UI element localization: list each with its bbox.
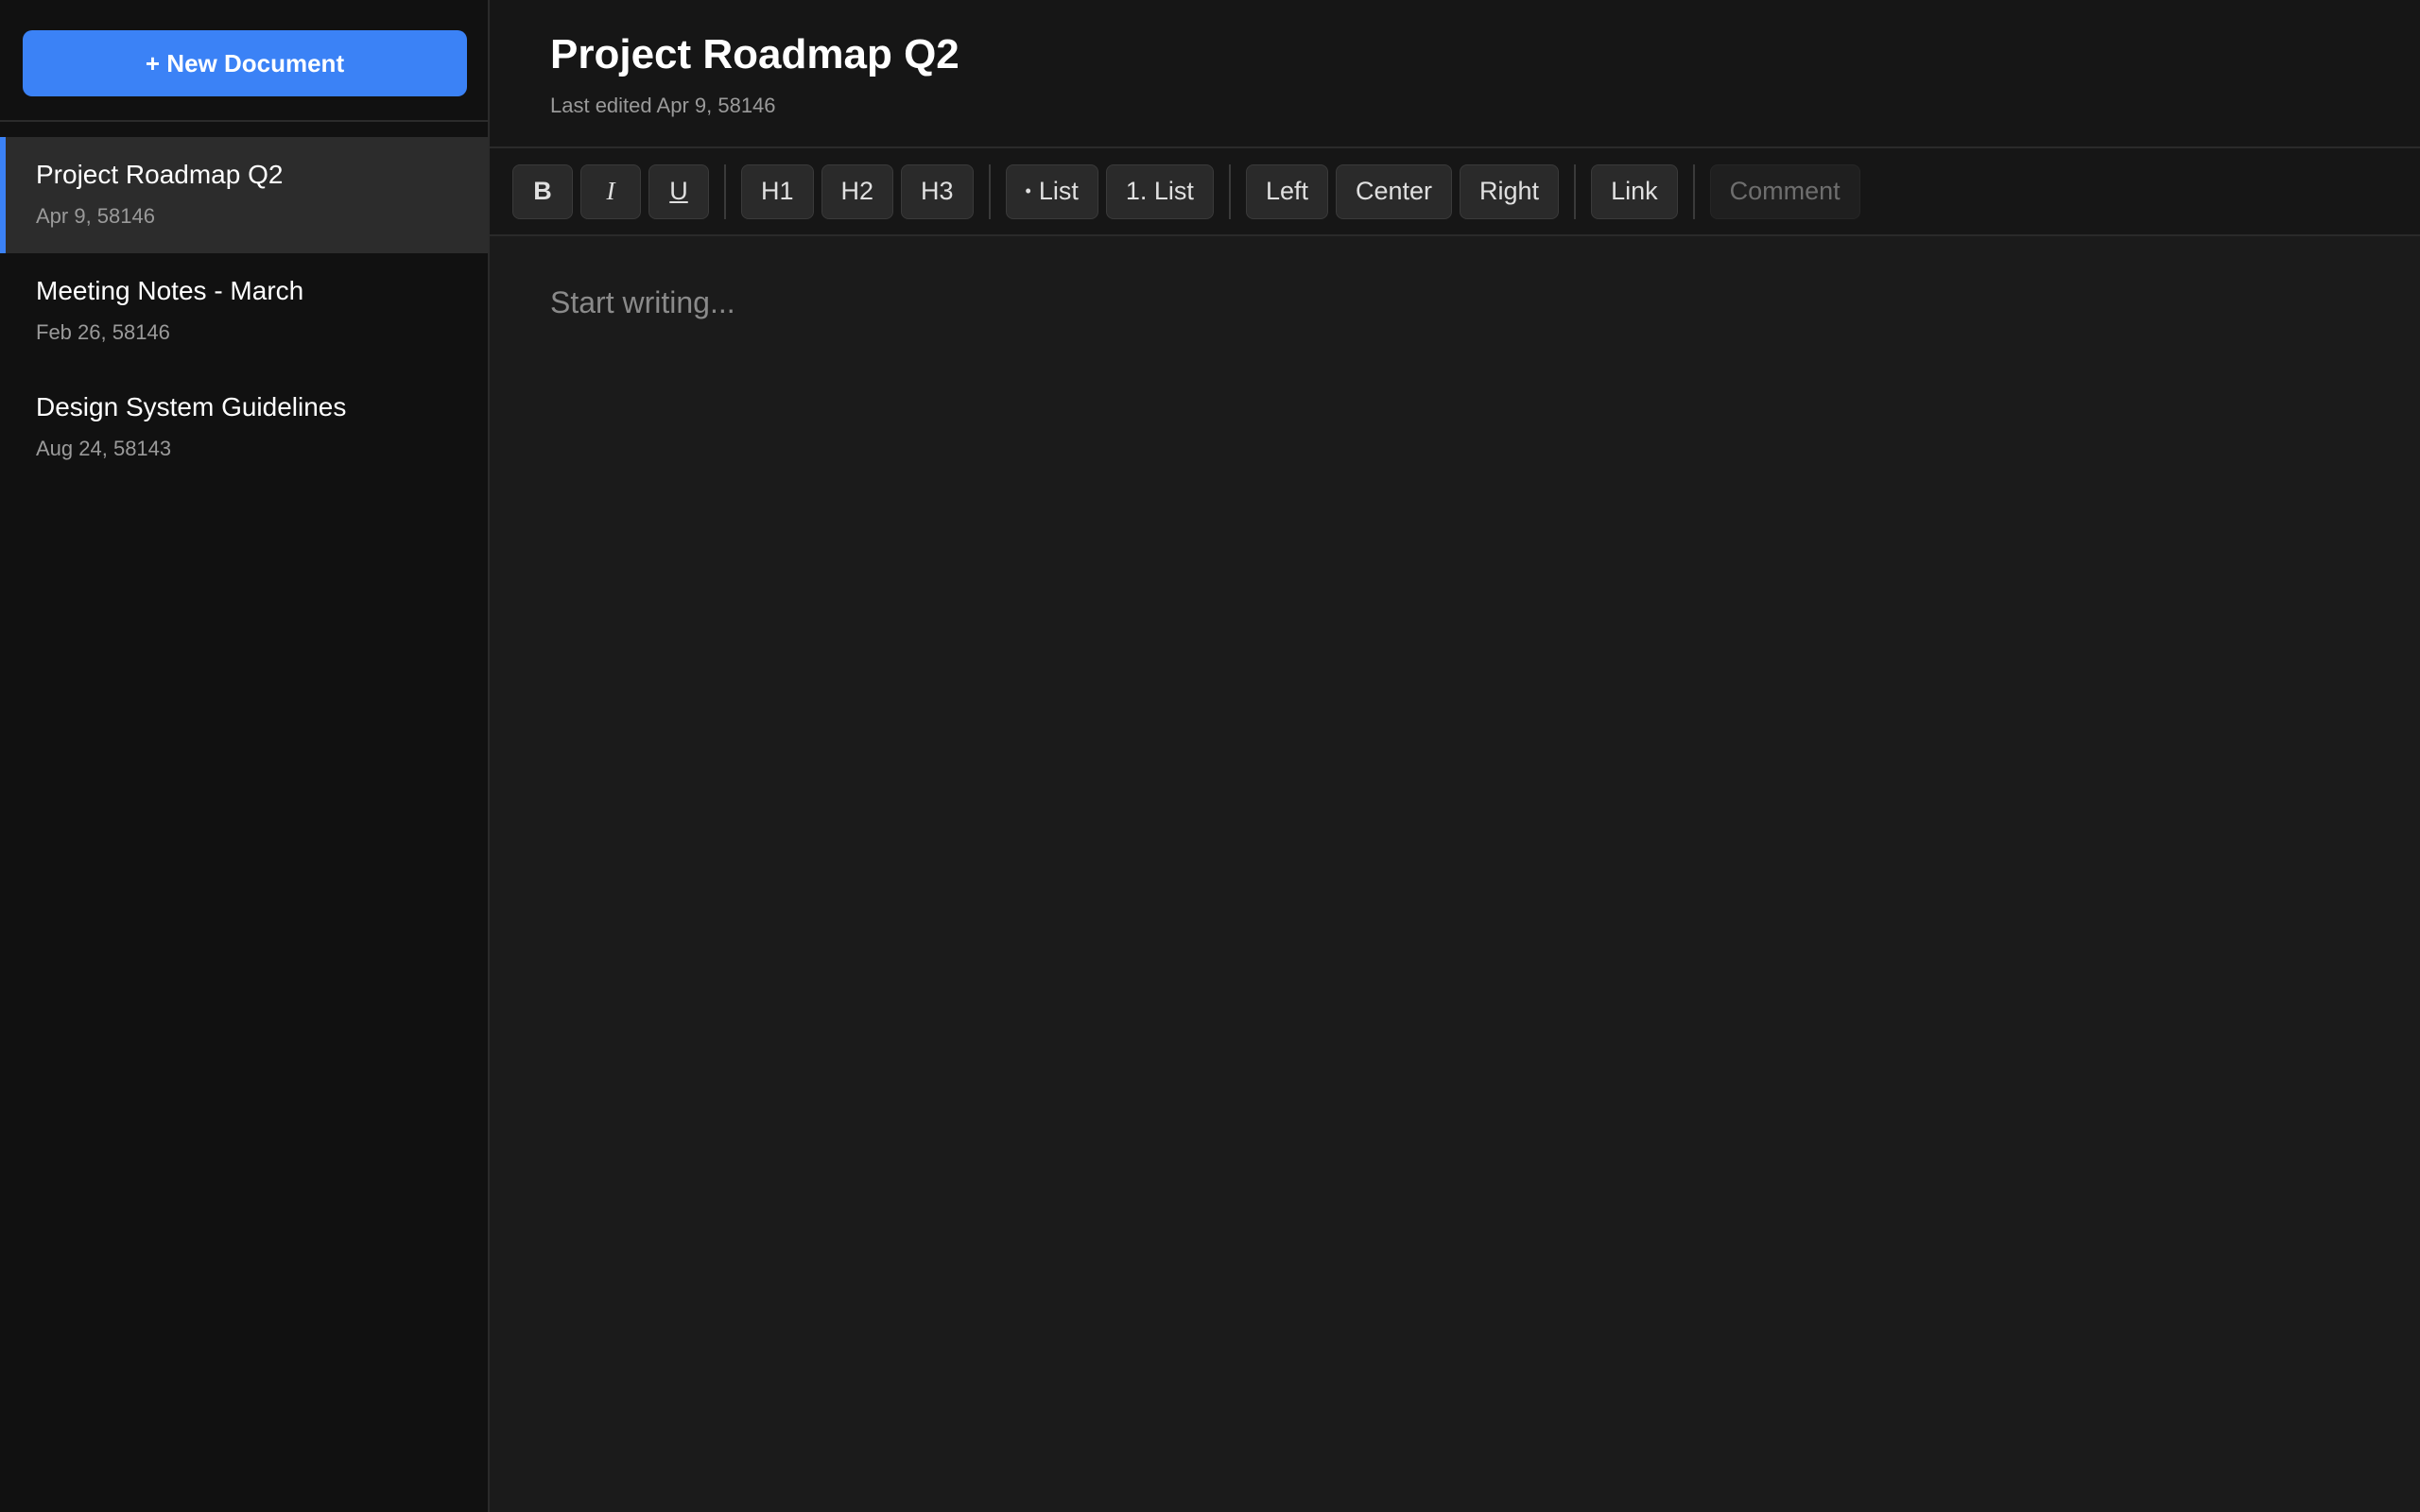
document-list: Project Roadmap Q2 Apr 9, 58146 Meeting … xyxy=(0,122,488,486)
main-panel: Project Roadmap Q2 Last edited Apr 9, 58… xyxy=(490,0,2420,1512)
toolbar-divider xyxy=(724,163,726,219)
italic-button[interactable]: I xyxy=(580,163,641,219)
formatting-toolbar: B I U H1 H2 H3 • List 1. List Left Cente… xyxy=(490,148,2420,236)
document-title: Design System Guidelines xyxy=(36,392,347,421)
sidebar: + New Document Project Roadmap Q2 Apr 9,… xyxy=(0,0,490,1512)
numbered-list-button[interactable]: 1. List xyxy=(1105,163,1214,219)
editor-area[interactable]: Start writing... xyxy=(490,236,2420,1512)
toolbar-divider xyxy=(988,163,991,219)
toolbar-divider xyxy=(1574,163,1577,219)
app-window: + New Document Project Roadmap Q2 Apr 9,… xyxy=(0,0,2420,1512)
bold-button[interactable]: B xyxy=(512,163,573,219)
underline-button[interactable]: U xyxy=(648,163,709,219)
last-edited-label: Last edited Apr 9, 58146 xyxy=(550,94,776,117)
document-item-meeting-notes[interactable]: Meeting Notes - March Feb 26, 58146 xyxy=(0,253,488,369)
align-right-button[interactable]: Right xyxy=(1460,163,1560,219)
document-date: Apr 9, 58146 xyxy=(36,204,155,228)
document-date: Aug 24, 58143 xyxy=(36,437,172,460)
align-left-button[interactable]: Left xyxy=(1245,163,1328,219)
document-item-project-roadmap[interactable]: Project Roadmap Q2 Apr 9, 58146 xyxy=(0,137,488,253)
document-title: Project Roadmap Q2 xyxy=(36,160,284,189)
heading-1-button[interactable]: H1 xyxy=(741,163,814,219)
bullet-list-label: List xyxy=(1038,177,1079,205)
bullet-dot-icon: • xyxy=(1025,181,1031,200)
document-title: Meeting Notes - March xyxy=(36,276,304,305)
document-item-design-system[interactable]: Design System Guidelines Aug 24, 58143 xyxy=(0,369,488,486)
document-header: Project Roadmap Q2 Last edited Apr 9, 58… xyxy=(490,0,2420,148)
heading-2-button[interactable]: H2 xyxy=(821,163,894,219)
link-button[interactable]: Link xyxy=(1591,163,1678,219)
editor-placeholder: Start writing... xyxy=(550,285,735,319)
bullet-list-button[interactable]: • List xyxy=(1005,163,1098,219)
toolbar-divider xyxy=(1692,163,1695,219)
toolbar-divider xyxy=(1228,163,1231,219)
new-document-button[interactable]: + New Document xyxy=(23,30,467,96)
sidebar-header: + New Document xyxy=(0,0,488,122)
comment-button[interactable]: Comment xyxy=(1709,163,1860,219)
align-center-button[interactable]: Center xyxy=(1335,163,1453,219)
page-title: Project Roadmap Q2 xyxy=(550,31,959,77)
document-date: Feb 26, 58146 xyxy=(36,320,170,344)
heading-3-button[interactable]: H3 xyxy=(901,163,974,219)
